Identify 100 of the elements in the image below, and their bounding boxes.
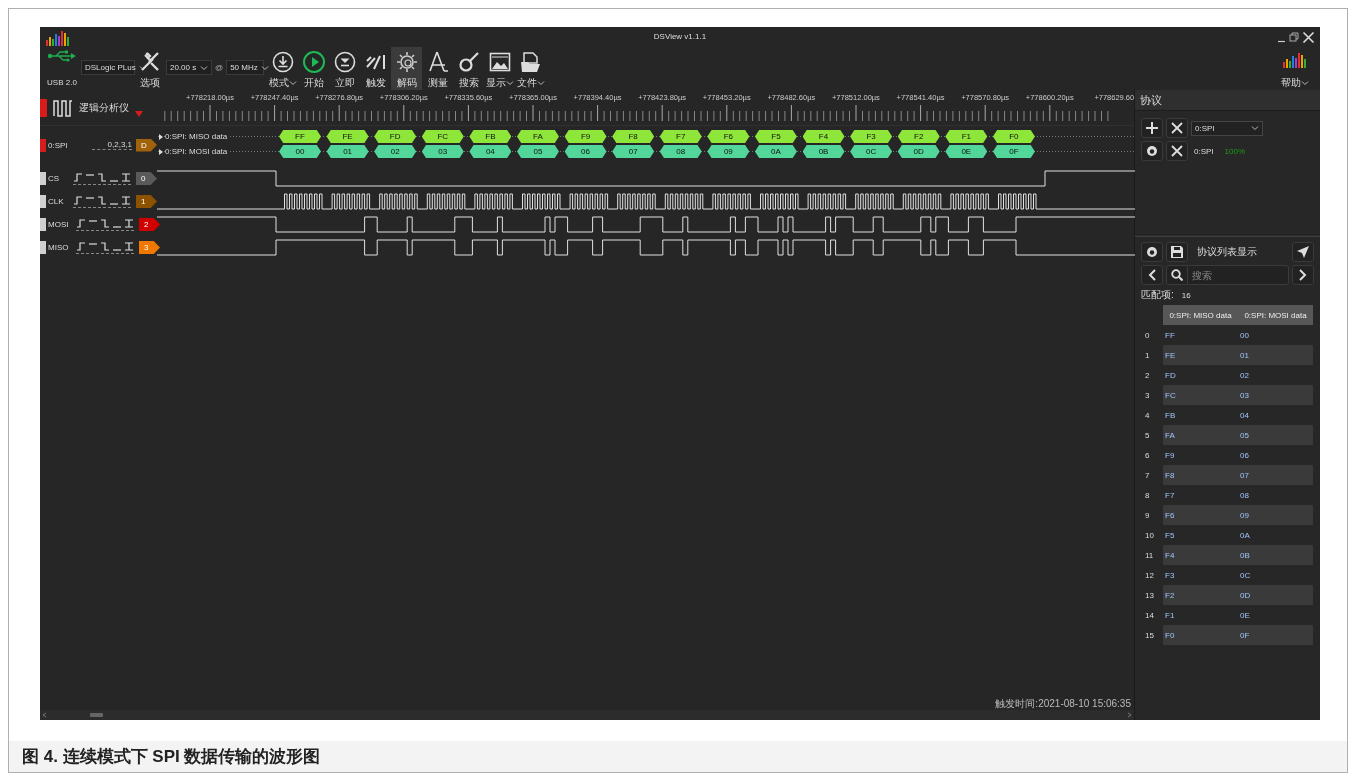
caret-icon[interactable] xyxy=(135,110,143,117)
rising-edge-icon[interactable] xyxy=(73,195,83,206)
table-cell[interactable]: F9 xyxy=(1163,445,1238,465)
square-wave-icon xyxy=(53,98,73,117)
table-cell[interactable]: F4 xyxy=(1163,545,1238,565)
table-cell[interactable]: FE xyxy=(1163,345,1238,365)
decoder-dropdown[interactable]: 0:SPI xyxy=(1191,120,1263,136)
table-cell[interactable]: F0 xyxy=(1163,625,1238,645)
table-cell[interactable]: 06 xyxy=(1238,445,1313,465)
table-cell[interactable]: 0F xyxy=(1238,625,1313,645)
channel-marker[interactable] xyxy=(40,195,46,208)
add-button[interactable] xyxy=(1141,118,1163,138)
decoder-name: 0:SPI xyxy=(48,140,69,150)
table-cell[interactable]: F6 xyxy=(1163,505,1238,525)
next-button[interactable] xyxy=(1292,265,1314,285)
table-cell[interactable]: FC xyxy=(1163,385,1238,405)
delete-button[interactable] xyxy=(1166,141,1188,161)
decoded-value: 0C xyxy=(850,145,893,158)
double-edge-icon[interactable] xyxy=(121,195,131,206)
table-cell[interactable]: FB xyxy=(1163,405,1238,425)
usb-icon xyxy=(47,49,77,63)
previous-button[interactable] xyxy=(1141,265,1163,285)
rising-edge-icon[interactable] xyxy=(73,172,83,183)
toolbar-button[interactable]: 开始 xyxy=(298,47,330,90)
decoder-name: 0:SPI xyxy=(1194,146,1214,156)
toolbar-button[interactable]: 触发 xyxy=(360,47,392,90)
restore-icon[interactable] xyxy=(1289,31,1299,43)
decoded-value: F2 xyxy=(897,130,940,143)
table-cell[interactable]: 0A xyxy=(1238,525,1313,545)
table-cell[interactable]: 05 xyxy=(1238,425,1313,445)
falling-edge-icon[interactable] xyxy=(97,172,107,183)
decoded-value: F7 xyxy=(659,130,702,143)
usb-label: USB 2.0 xyxy=(47,77,77,89)
channel-marker[interactable] xyxy=(40,241,46,254)
toolbar-button[interactable]: 搜索 xyxy=(453,47,485,90)
toolbar-button[interactable]: 立即 xyxy=(329,47,361,90)
decoder-tag[interactable]: D xyxy=(136,138,157,152)
double-edge-icon[interactable] xyxy=(124,241,134,252)
column-header[interactable]: 0:SPI: MOSI data xyxy=(1238,305,1313,325)
close-icon xyxy=(1171,145,1183,157)
table-cell[interactable]: FD xyxy=(1163,365,1238,385)
table-cell[interactable]: F1 xyxy=(1163,605,1238,625)
decoded-value: 06 xyxy=(564,145,607,158)
close-icon[interactable] xyxy=(1302,30,1315,44)
rising-edge-icon[interactable] xyxy=(76,241,86,252)
table-cell[interactable]: F5 xyxy=(1163,525,1238,545)
search-button[interactable] xyxy=(1166,265,1188,285)
figure-caption: 图 4. 连续模式下 SPI 数据传输的波形图 xyxy=(22,746,321,768)
expand-icon[interactable] xyxy=(159,133,163,140)
rising-edge-icon[interactable] xyxy=(76,218,86,229)
falling-edge-icon[interactable] xyxy=(97,195,107,206)
options-button[interactable]: 选项 xyxy=(137,47,163,90)
double-edge-icon[interactable] xyxy=(121,172,131,183)
toolbar-button[interactable]: 测量 xyxy=(422,47,454,90)
table-cell[interactable]: 08 xyxy=(1238,485,1313,505)
table-cell[interactable]: 00 xyxy=(1238,325,1313,345)
save-button[interactable] xyxy=(1166,242,1188,262)
channel-marker[interactable] xyxy=(40,172,46,185)
table-cell[interactable]: FF xyxy=(1163,325,1238,345)
horizontal-scrollbar[interactable] xyxy=(40,710,1134,720)
toolbar-button[interactable]: 显示 xyxy=(484,47,516,90)
double-edge-icon[interactable] xyxy=(124,218,134,229)
falling-edge-icon[interactable] xyxy=(100,241,110,252)
falling-edge-icon[interactable] xyxy=(100,218,110,229)
channel-tag[interactable]: 1 xyxy=(136,195,157,208)
channel-marker[interactable] xyxy=(40,218,46,231)
table-cell[interactable]: FA xyxy=(1163,425,1238,445)
search-icon xyxy=(456,50,481,74)
column-header[interactable]: 0:SPI: MISO data xyxy=(1163,305,1238,325)
table-cell[interactable]: 09 xyxy=(1238,505,1313,525)
duration-dropdown[interactable]: 20.00 s xyxy=(166,60,212,75)
table-cell[interactable]: F3 xyxy=(1163,565,1238,585)
table-cell[interactable]: F8 xyxy=(1163,465,1238,485)
expand-icon[interactable] xyxy=(159,148,163,155)
table-cell[interactable]: 02 xyxy=(1238,365,1313,385)
toolbar-button[interactable]: 模式 xyxy=(267,47,299,90)
settings-button[interactable] xyxy=(1141,141,1163,161)
table-cell[interactable]: 07 xyxy=(1238,465,1313,485)
search-field[interactable]: 搜索 xyxy=(1188,265,1289,285)
help-button[interactable]: 帮助 xyxy=(1278,47,1312,90)
channel-tag[interactable]: 2 xyxy=(139,218,160,231)
navigation-arrow-icon xyxy=(1297,246,1309,258)
chevron-left-icon xyxy=(1148,269,1156,281)
channel-tag[interactable]: 0 xyxy=(136,172,157,185)
table-cell[interactable]: F2 xyxy=(1163,585,1238,605)
table-cell[interactable]: 04 xyxy=(1238,405,1313,425)
settings-button[interactable] xyxy=(1141,242,1163,262)
table-cell[interactable]: 0D xyxy=(1238,585,1313,605)
table-cell[interactable]: 0B xyxy=(1238,545,1313,565)
table-cell[interactable]: F7 xyxy=(1163,485,1238,505)
delete-button[interactable] xyxy=(1166,118,1188,138)
table-cell[interactable]: 0E xyxy=(1238,605,1313,625)
table-cell[interactable]: 0C xyxy=(1238,565,1313,585)
toolbar-button[interactable]: 文件 xyxy=(515,47,547,90)
table-cell[interactable]: 03 xyxy=(1238,385,1313,405)
table-cell[interactable]: 01 xyxy=(1238,345,1313,365)
at-label: @ xyxy=(215,63,224,74)
navigate-button[interactable] xyxy=(1292,242,1314,262)
decoded-value: 09 xyxy=(707,145,750,158)
toolbar-button[interactable]: 解码 xyxy=(391,47,423,90)
